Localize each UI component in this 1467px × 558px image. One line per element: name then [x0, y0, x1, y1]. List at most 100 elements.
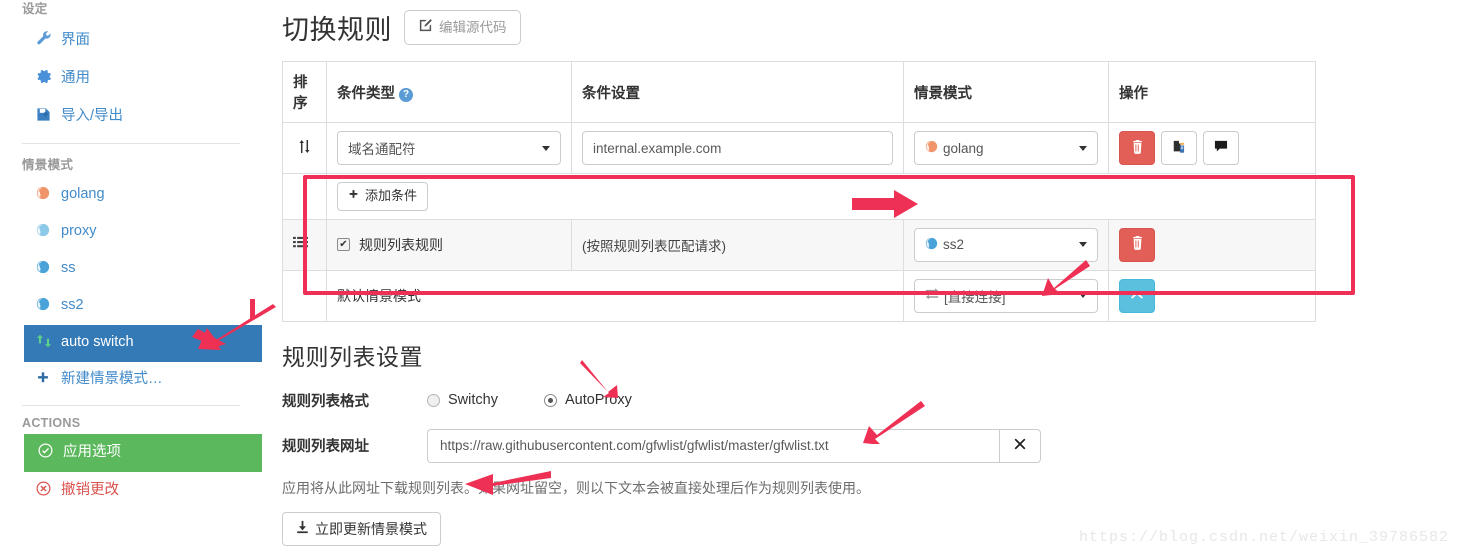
- chevron-up-icon: [1130, 288, 1144, 303]
- profile-select-value: golang: [943, 140, 984, 156]
- radio-switchy-label: Switchy: [448, 392, 498, 409]
- sort-updown-icon[interactable]: [293, 139, 316, 158]
- sidebar-item-label: 导入/导出: [61, 107, 124, 124]
- sidebar-item-new-profile[interactable]: 新建情景模式…: [0, 362, 262, 399]
- sidebar-item-label: auto switch: [61, 334, 134, 351]
- comment-rule-button[interactable]: [1203, 131, 1239, 165]
- rulelist-label-cell: ✔ 规则列表规则: [326, 218, 572, 271]
- clear-url-button[interactable]: [999, 428, 1041, 463]
- rulelist-checkbox-row[interactable]: ✔ 规则列表规则: [337, 235, 561, 255]
- condition-type-value: 域名通配符: [348, 142, 416, 157]
- default-profile-value-wrap: [直接连接]: [925, 286, 1006, 306]
- col-header-condition-details: 条件设置: [571, 61, 904, 123]
- sidebar-item-label: ss2: [61, 297, 84, 314]
- sidebar-item-ss2[interactable]: ss2: [0, 288, 262, 325]
- add-condition-button[interactable]: 添加条件: [337, 182, 429, 211]
- rulelist-handle-cell[interactable]: [282, 218, 327, 271]
- chevron-down-icon: [1079, 293, 1087, 299]
- rulelist-format-row: 规则列表格式 Switchy AutoProxy: [282, 390, 1467, 411]
- radio-dot-autoproxy[interactable]: [543, 393, 557, 407]
- radio-autoproxy[interactable]: AutoProxy: [543, 392, 632, 408]
- cancel-circle-icon: [36, 481, 55, 501]
- table-row: 域名通配符 internal.example.com golang: [282, 122, 1316, 174]
- rulelist-profile-select[interactable]: ss2: [914, 227, 1098, 262]
- sidebar-item-label: 新建情景模式…: [61, 371, 163, 387]
- revert-changes-button[interactable]: 撤销更改: [0, 472, 262, 510]
- globe-icon: [36, 223, 55, 242]
- update-profile-now-button[interactable]: 立即更新情景模式: [282, 511, 441, 547]
- plus-icon: [36, 371, 55, 390]
- condition-value-text: internal.example.com: [593, 140, 722, 156]
- sidebar-item-general[interactable]: 通用: [0, 60, 262, 98]
- row-actions-cell: [1108, 122, 1316, 174]
- row-condition-value-cell: internal.example.com: [571, 122, 904, 174]
- close-x-icon: [1013, 437, 1027, 455]
- rulelist-url-group: https://raw.githubusercontent.com/gfwlis…: [427, 428, 1041, 463]
- sidebar-item-label: proxy: [61, 223, 97, 240]
- sidebar-item-import-export[interactable]: 导入/导出: [0, 98, 262, 136]
- condition-value-input[interactable]: internal.example.com: [582, 131, 893, 165]
- rulelist-url-row: 规则列表网址 https://raw.githubusercontent.com…: [282, 428, 1467, 463]
- page-title-row: 切换规则 编辑源代码: [282, 8, 1467, 47]
- sidebar-item-interface[interactable]: 界面: [0, 21, 262, 60]
- rulelist-url-value: https://raw.githubusercontent.com/gfwlis…: [440, 438, 829, 454]
- comment-icon: [1214, 140, 1228, 156]
- sidebar-item-ss[interactable]: ss: [0, 251, 262, 288]
- sidebar-heading-settings: 设定: [22, 2, 48, 16]
- sidebar-divider-2: [22, 405, 240, 407]
- col-header-order: 排序: [282, 61, 327, 123]
- globe-icon: [36, 186, 55, 205]
- watermark: https://blog.csdn.net/weixin_39786582: [1078, 529, 1449, 546]
- table-row-rulelist: ✔ 规则列表规则 (按照规则列表匹配请求) ss2: [282, 218, 1316, 271]
- rulelist-url-label: 规则列表网址: [282, 439, 369, 456]
- rulelist-settings-title: 规则列表设置: [282, 343, 423, 370]
- default-profile-select-cell: [直接连接]: [903, 269, 1109, 322]
- globe-icon: [925, 237, 938, 253]
- collapse-rules-button[interactable]: [1119, 278, 1155, 313]
- table-head: 排序 条件类型? 条件设置 情景模式 操作: [282, 61, 1316, 123]
- sidebar-item-proxy[interactable]: proxy: [0, 214, 262, 251]
- add-condition-cell: 添加条件: [326, 173, 1316, 220]
- sidebar-item-label: golang: [61, 186, 105, 203]
- chevron-down-icon: [1079, 242, 1087, 248]
- delete-rule-button[interactable]: [1119, 131, 1155, 165]
- rulelist-label: 规则列表规则: [359, 236, 443, 253]
- radio-dot-switchy[interactable]: [427, 393, 440, 407]
- sidebar-item-auto-switch[interactable]: auto switch: [24, 324, 262, 362]
- duplicate-rule-button[interactable]: [1161, 131, 1197, 165]
- edit-source-button[interactable]: 编辑源代码: [404, 9, 521, 46]
- rulelist-format-options: Switchy AutoProxy: [427, 392, 632, 408]
- rulelist-note: (按照规则列表匹配请求): [582, 238, 726, 254]
- list-icon[interactable]: [293, 237, 308, 253]
- help-icon[interactable]: ?: [399, 87, 413, 102]
- rulelist-profile-cell: ss2: [903, 218, 1109, 271]
- globe-icon: [925, 140, 938, 156]
- rulelist-help-text: 应用将从此网址下载规则列表。如果网址留空，则以下文本会被直接处理后作为规则列表使…: [282, 479, 870, 496]
- sidebar-item-label: ss: [61, 260, 76, 277]
- table-row-default-profile: 默认情景模式 [直接连接]: [282, 269, 1316, 322]
- main-content: 切换规则 编辑源代码 排序 条件类型? 条件设置 情景模式 操作 域名通配符 i…: [282, 0, 1467, 558]
- rulelist-note-cell: (按照规则列表匹配请求): [571, 218, 904, 271]
- rulelist-format-label: 规则列表格式: [282, 393, 369, 410]
- save-icon: [36, 107, 55, 127]
- sidebar-item-golang[interactable]: golang: [0, 177, 262, 214]
- globe-icon: [36, 260, 55, 279]
- rulelist-enabled-checkbox[interactable]: ✔: [337, 238, 350, 252]
- rulelist-url-input[interactable]: https://raw.githubusercontent.com/gfwlis…: [427, 428, 999, 463]
- radio-switchy[interactable]: Switchy: [427, 392, 498, 408]
- default-profile-spacer: [282, 269, 327, 322]
- apply-options-label: 应用选项: [63, 444, 121, 461]
- profile-select[interactable]: golang: [914, 131, 1098, 165]
- table-row-add-condition: 添加条件: [282, 173, 1316, 220]
- switch-rules-table: 排序 条件类型? 条件设置 情景模式 操作 域名通配符 internal.exa…: [282, 61, 1316, 322]
- download-icon: [296, 520, 309, 538]
- sidebar-heading-actions: ACTIONS: [22, 416, 81, 431]
- delete-rulelist-button[interactable]: [1119, 227, 1155, 262]
- rulelist-profile-value-wrap: ss2: [925, 237, 964, 253]
- profile-select-value-wrap: golang: [925, 140, 984, 156]
- default-profile-select[interactable]: [直接连接]: [914, 278, 1098, 313]
- table-header-row: 排序 条件类型? 条件设置 情景模式 操作: [282, 61, 1316, 123]
- row-sort-handle-cell[interactable]: [282, 122, 327, 174]
- condition-type-select[interactable]: 域名通配符: [337, 131, 561, 165]
- apply-options-button[interactable]: 应用选项: [24, 434, 262, 473]
